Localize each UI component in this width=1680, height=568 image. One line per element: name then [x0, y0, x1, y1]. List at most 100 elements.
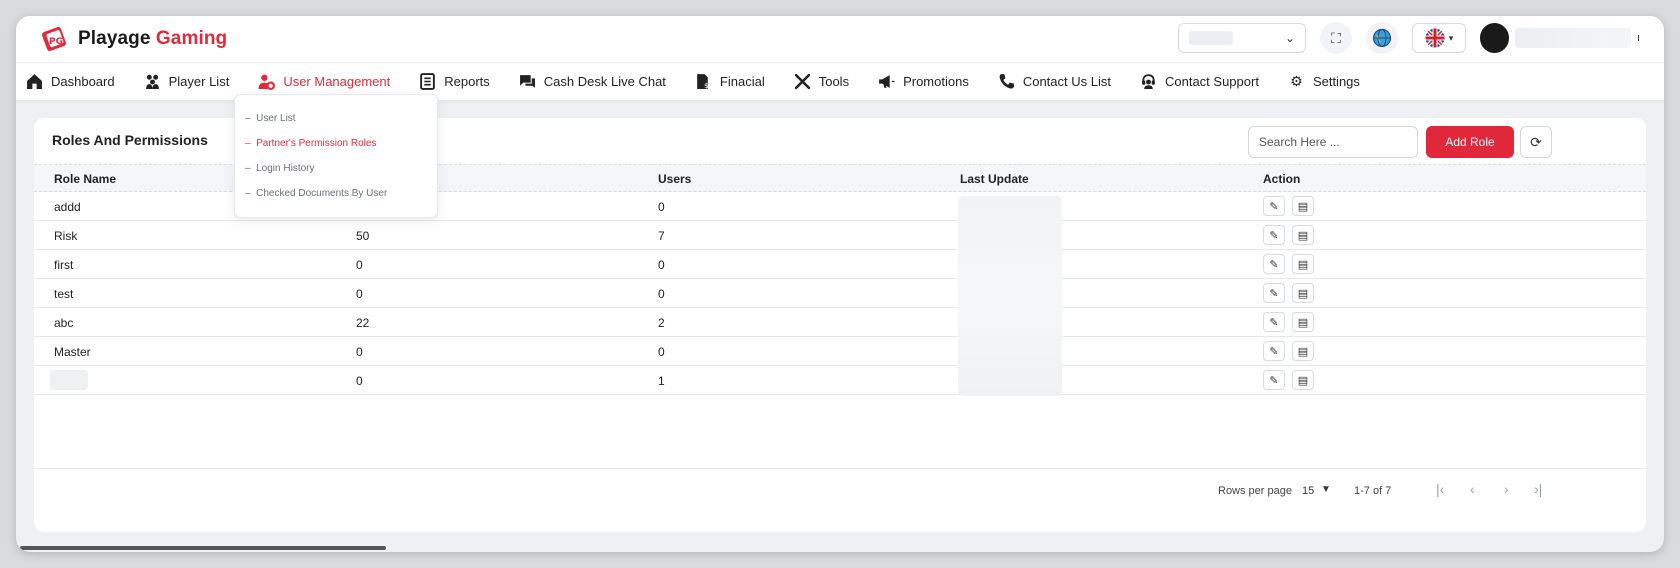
- edit-button[interactable]: ✎: [1263, 254, 1285, 274]
- column-header-users[interactable]: Users: [658, 172, 691, 186]
- count-cell: 0: [356, 345, 363, 359]
- last-page-icon[interactable]: ›|: [1534, 481, 1542, 497]
- edit-button[interactable]: ✎: [1263, 341, 1285, 361]
- logo-icon: PG: [42, 27, 66, 51]
- users-icon: [145, 74, 159, 89]
- permissions-button[interactable]: ▤: [1292, 341, 1314, 361]
- count-cell: 0: [356, 374, 363, 388]
- refresh-button[interactable]: ⟳: [1520, 126, 1552, 158]
- chevron-down-icon: ⌄: [1284, 31, 1295, 45]
- user-menu[interactable]: ı: [1480, 23, 1640, 53]
- nav-player-list[interactable]: Player List: [144, 73, 230, 90]
- submenu-login-history[interactable]: – Login History: [245, 163, 314, 174]
- caret-down-icon[interactable]: ▼: [1321, 484, 1331, 495]
- column-header-role-name[interactable]: Role Name: [54, 172, 116, 186]
- permissions-button[interactable]: ▤: [1292, 283, 1314, 303]
- count-cell: 0: [356, 258, 363, 272]
- svg-text:PG: PG: [49, 37, 63, 47]
- app-window: PG Playage Gaming ⌄ ⛶ ▾ ı Dashboard Play…: [16, 16, 1664, 552]
- pagination: Rows per page 15 ▼ 1-7 of 7 |‹ ‹ › ›|: [34, 468, 1646, 532]
- account-select[interactable]: ⌄: [1178, 23, 1306, 53]
- prev-page-icon[interactable]: ‹: [1470, 481, 1475, 497]
- svg-text:$: $: [704, 81, 709, 90]
- edit-button[interactable]: ✎: [1263, 196, 1285, 216]
- fullscreen-button[interactable]: ⛶: [1320, 22, 1352, 54]
- permissions-button[interactable]: ▤: [1292, 225, 1314, 245]
- nav-promotions[interactable]: Promotions: [878, 73, 969, 90]
- megaphone-icon: [879, 75, 895, 88]
- nav-dashboard[interactable]: Dashboard: [26, 73, 115, 90]
- count-cell: 22: [356, 316, 370, 330]
- language-select[interactable]: ▾: [1412, 23, 1466, 53]
- submenu-checked-documents[interactable]: – Checked Documents By User: [245, 188, 387, 199]
- submenu-partners-permission-roles[interactable]: – Partner's Permission Roles: [245, 138, 376, 149]
- expand-icon: ⛶: [1331, 29, 1341, 46]
- support-icon: [1142, 74, 1155, 89]
- document-icon: ▤: [1297, 374, 1309, 387]
- rows-per-page-select[interactable]: 15: [1302, 485, 1314, 497]
- nav-label: User Management: [283, 74, 391, 89]
- permissions-button[interactable]: ▤: [1292, 196, 1314, 216]
- submenu-user-list[interactable]: – User List: [245, 113, 296, 124]
- permissions-button[interactable]: ▤: [1292, 312, 1314, 332]
- nav-settings[interactable]: ⚙ Settings: [1288, 73, 1360, 90]
- nav-label: Settings: [1312, 74, 1360, 89]
- globe-button[interactable]: [1366, 22, 1398, 54]
- permissions-button[interactable]: ▤: [1292, 370, 1314, 390]
- brand-logo[interactable]: PG Playage Gaming: [38, 23, 227, 55]
- nav-cash-desk-live-chat[interactable]: Cash Desk Live Chat: [519, 73, 666, 90]
- users-cell: 0: [658, 287, 665, 301]
- nav-label: Contact Us List: [1022, 74, 1111, 89]
- user-name-blurred: [1515, 28, 1631, 48]
- edit-button[interactable]: ✎: [1263, 225, 1285, 245]
- nav-contact-support[interactable]: Contact Support: [1140, 73, 1259, 90]
- next-page-icon[interactable]: ›: [1504, 481, 1509, 497]
- role-name-cell: addd: [54, 200, 81, 214]
- edit-button[interactable]: ✎: [1263, 370, 1285, 390]
- users-cell: 2: [658, 316, 665, 330]
- nav-contact-us-list[interactable]: Contact Us List: [998, 73, 1111, 90]
- avatar: [1480, 23, 1510, 53]
- nav-label: Tools: [818, 74, 850, 89]
- edit-button[interactable]: ✎: [1263, 283, 1285, 303]
- nav-tools[interactable]: Tools: [794, 73, 849, 90]
- table-row: first 0 0 ✎ ▤: [34, 250, 1646, 279]
- user-management-submenu: – User List – Partner's Permission Roles…: [234, 94, 438, 218]
- horizontal-scrollbar[interactable]: [20, 546, 386, 550]
- brand-name: Playage Gaming: [78, 28, 228, 49]
- edit-icon: ✎: [1269, 316, 1279, 329]
- chevron-down-icon: ▾: [1448, 32, 1454, 43]
- permissions-button[interactable]: ▤: [1292, 254, 1314, 274]
- users-cell: 7: [658, 229, 665, 243]
- chat-icon: [519, 75, 535, 88]
- top-bar: PG Playage Gaming ⌄ ⛶ ▾ ı: [16, 16, 1664, 62]
- gear-icon: ⚙: [1290, 73, 1303, 89]
- role-name-cell: Risk: [54, 229, 78, 243]
- users-cell: 0: [658, 345, 665, 359]
- refresh-icon: ⟳: [1530, 133, 1542, 150]
- nav-label: Contact Support: [1164, 74, 1259, 89]
- table-row: 0 1 ✎ ▤: [34, 366, 1646, 395]
- nav-reports[interactable]: Reports: [419, 73, 490, 90]
- role-name-cell: test: [54, 287, 74, 301]
- first-page-icon[interactable]: |‹: [1436, 481, 1444, 497]
- rows-per-page-label: Rows per page: [1218, 485, 1292, 497]
- users-cell: 0: [658, 258, 665, 272]
- add-role-button[interactable]: Add Role: [1426, 126, 1514, 158]
- edit-icon: ✎: [1269, 200, 1279, 213]
- document-icon: ▤: [1297, 345, 1309, 358]
- edit-button[interactable]: ✎: [1263, 312, 1285, 332]
- nav-label: Player List: [168, 74, 230, 89]
- nav-label: Cash Desk Live Chat: [543, 74, 666, 89]
- users-cell: 0: [658, 200, 665, 214]
- phone-icon: [999, 74, 1014, 89]
- nav-financial[interactable]: $ Finacial: [695, 73, 765, 90]
- report-icon: [420, 73, 436, 90]
- document-icon: ▤: [1297, 258, 1309, 271]
- pagination-range: 1-7 of 7: [1354, 485, 1392, 497]
- role-name-cell: abc: [54, 316, 74, 330]
- nav-label: Finacial: [719, 74, 765, 89]
- nav-user-management[interactable]: User Management: [258, 73, 390, 90]
- column-header-last-update[interactable]: Last Update: [960, 172, 1029, 186]
- search-input[interactable]: [1248, 126, 1418, 158]
